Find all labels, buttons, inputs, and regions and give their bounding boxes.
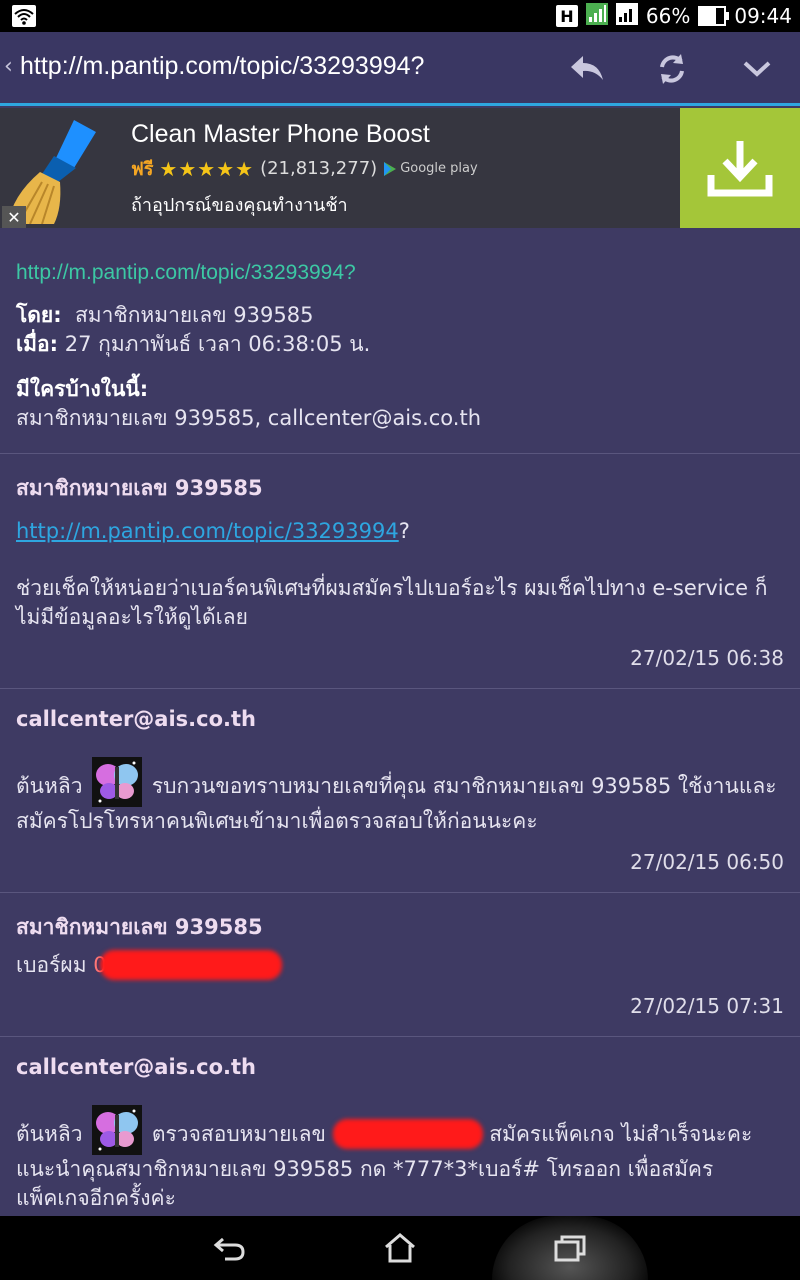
download-icon	[707, 141, 773, 197]
store-label: Google play	[400, 161, 478, 176]
post-body: ต้นหลิว ตรวจสอบหมายเลข สมัครแพ็คเกจ ไม่ส…	[16, 1105, 784, 1213]
post: callcenter@ais.co.th ต้นหลิว ตรวจสอบหมาย…	[0, 1036, 800, 1213]
post-date: 27/02/15 06:50	[630, 850, 784, 874]
close-icon[interactable]: ✕	[2, 206, 26, 228]
topic-content: http://m.pantip.com/topic/33293994? โดย:…	[0, 228, 800, 1213]
rating-stars: ★★★★★	[159, 156, 255, 181]
ad-meta: ฟรี ★★★★★ (21,813,277) Google play	[131, 154, 478, 183]
download-button[interactable]	[680, 108, 800, 228]
play-store-icon	[384, 161, 397, 176]
post-text: ต้นหลิว	[16, 774, 83, 798]
status-bar: H 66% 09:44	[0, 0, 800, 32]
rating-count: (21,813,277)	[260, 158, 378, 179]
home-nav-icon[interactable]	[370, 1222, 430, 1274]
post-text: ตรวจสอบหมายเลข	[151, 1122, 326, 1146]
post-body: ต้นหลิว รบกวนขอทราบหมายเลขที่คุณ สมาชิกห…	[16, 757, 784, 836]
ad-description: ถ้าอุปกรณ์ของคุณทำงานช้า	[131, 195, 348, 216]
participants-label: มีใครบ้างในนี้:	[16, 377, 149, 401]
google-play-badge: Google play	[383, 161, 478, 177]
battery-icon	[698, 6, 730, 26]
system-nav-bar	[0, 1216, 800, 1280]
post-author[interactable]: callcenter@ais.co.th	[16, 707, 784, 731]
post-body: เบอร์ผม 098	[16, 950, 784, 980]
butterfly-sticker-icon	[92, 1105, 143, 1155]
post: สมาชิกหมายเลข 939585 http://m.pantip.com…	[0, 453, 800, 688]
post-author[interactable]: สมาชิกหมายเลข 939585	[16, 472, 784, 505]
signal-icon	[585, 2, 608, 30]
redaction-mark	[100, 950, 283, 980]
redacted-phone: 098	[93, 950, 283, 980]
post-date: 27/02/15 07:31	[630, 994, 784, 1018]
when-value: 27 กุมภาพันธ์ เวลา 06:38:05 น.	[64, 332, 371, 356]
post-text: เบอร์ผม	[16, 953, 87, 977]
post: callcenter@ais.co.th ต้นหลิว รบกวนขอทราบ…	[0, 688, 800, 892]
signal-2-icon	[615, 2, 638, 30]
hspa-icon: H	[555, 5, 578, 27]
redaction-mark	[332, 1119, 483, 1149]
butterfly-sticker-icon	[92, 757, 143, 807]
post-author[interactable]: callcenter@ais.co.th	[16, 1055, 784, 1079]
author-line: โดย: สมาชิกหมายเลข 939585	[16, 301, 784, 330]
when-label: เมื่อ:	[16, 332, 59, 356]
ad-title: Clean Master Phone Boost	[131, 120, 430, 148]
chevron-down-icon[interactable]	[732, 44, 782, 94]
by-value: สมาชิกหมายเลข 939585	[74, 303, 314, 327]
date-line: เมื่อ: 27 กุมภาพันธ์ เวลา 06:38:05 น.	[16, 330, 784, 359]
recents-nav-icon[interactable]	[540, 1222, 600, 1274]
browser-toolbar: ‹ http://m.pantip.com/topic/33293994?	[0, 32, 800, 106]
chevron-left-icon[interactable]: ‹	[4, 54, 13, 79]
wifi-icon	[12, 5, 36, 32]
clock: 09:44	[734, 4, 792, 28]
post-link[interactable]: http://m.pantip.com/topic/33293994	[16, 519, 399, 543]
back-nav-icon[interactable]	[200, 1222, 260, 1274]
post-author[interactable]: สมาชิกหมายเลข 939585	[16, 911, 784, 944]
address-bar[interactable]: http://m.pantip.com/topic/33293994?	[20, 52, 424, 81]
by-label: โดย:	[16, 303, 62, 327]
participants-value: สมาชิกหมายเลข 939585, callcenter@ais.co.…	[16, 406, 482, 430]
battery-percent: 66%	[645, 4, 691, 28]
back-icon[interactable]	[562, 44, 612, 94]
ad-price: ฟรี	[131, 159, 154, 180]
post-body: http://m.pantip.com/topic/33293994? ช่วย…	[16, 517, 784, 632]
post-text: ช่วยเช็คให้หน่อยว่าเบอร์คนพิเศษที่ผมสมัค…	[16, 576, 768, 629]
post-date: 27/02/15 06:38	[630, 646, 784, 670]
post: สมาชิกหมายเลข 939585 เบอร์ผม 098 27/02/1…	[0, 892, 800, 1036]
ad-banner[interactable]: ✕ Clean Master Phone Boost ฟรี ★★★★★ (21…	[0, 108, 800, 228]
refresh-icon[interactable]	[647, 44, 697, 94]
topic-header: http://m.pantip.com/topic/33293994? โดย:…	[0, 228, 800, 453]
topic-url[interactable]: http://m.pantip.com/topic/33293994?	[16, 258, 784, 287]
post-text: ต้นหลิว	[16, 1122, 83, 1146]
